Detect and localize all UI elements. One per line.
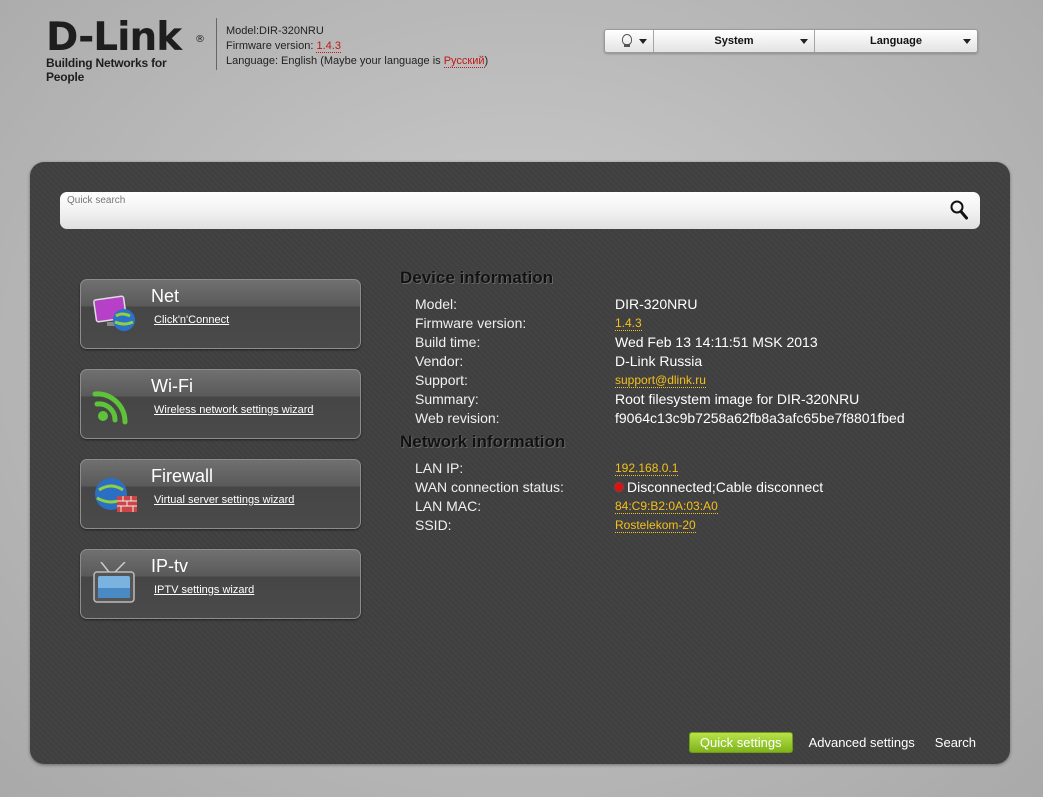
globe-brickwall-icon	[95, 478, 137, 512]
search-link[interactable]: Search	[931, 733, 980, 752]
tile-wifi[interactable]: Wi-Fi Wireless network settings wizard	[80, 369, 361, 439]
lan-ip-link[interactable]: 192.168.0.1	[615, 461, 679, 476]
info-row: Support: support@dlink.ru	[400, 372, 706, 391]
tile-wifi-title: Wi-Fi	[151, 376, 193, 396]
logo-tagline: Building Networks for People	[46, 56, 167, 84]
chevron-down-icon	[963, 39, 971, 44]
header-firmware-value[interactable]: 1.4.3	[316, 40, 341, 53]
header-device-info: Model:DIR-320NRU Firmware version: 1.4.3…	[226, 24, 488, 69]
chevron-down-icon	[639, 39, 647, 44]
quick-settings-button[interactable]: Quick settings	[688, 732, 793, 753]
ssid-link[interactable]: Rostelekom-20	[615, 518, 696, 533]
tile-net-link[interactable]: Click'n'Connect	[154, 314, 229, 326]
header-language-end: )	[484, 55, 489, 67]
top-menu-bar: System Language	[604, 29, 978, 53]
language-dropdown[interactable]: Language	[815, 30, 977, 52]
logo-registered-mark: ®	[195, 34, 205, 45]
magnifier-icon[interactable]	[950, 200, 968, 220]
tile-net-title: Net	[151, 286, 180, 306]
advanced-settings-link[interactable]: Advanced settings	[805, 733, 919, 752]
info-label: Support:	[415, 372, 468, 388]
info-section: Device information Model: DIR-320NRU Firm…	[400, 268, 905, 536]
header-language: Language: English (Maybe your language i…	[226, 54, 488, 69]
main-panel: Quick search Net Click'n'Connect Wi-Fi W…	[30, 162, 1010, 764]
header-model: Model:DIR-320NRU	[226, 25, 324, 37]
header-divider	[216, 18, 217, 70]
quick-search-input[interactable]: Quick search	[60, 192, 980, 229]
info-row: Web revision: f9064c13c9b7258a62fb8a3afc6…	[400, 410, 905, 429]
system-dropdown[interactable]: System	[654, 30, 815, 52]
info-row: Build time: Wed Feb 13 14:11:51 MSK 2013	[400, 334, 818, 353]
chevron-down-icon	[800, 39, 808, 44]
info-value: DIR-320NRU	[615, 296, 698, 312]
tile-firewall-title: Firewall	[151, 466, 214, 486]
info-row: WAN connection status: Disconnected;Cable…	[400, 479, 823, 498]
header-firmware: Firmware version: 1.4.3	[226, 39, 488, 54]
lightbulb-icon	[622, 34, 632, 47]
firmware-link[interactable]: 1.4.3	[615, 316, 642, 331]
header-language-label: Language: English (Maybe your language i…	[226, 55, 444, 67]
info-label: LAN MAC:	[415, 498, 482, 514]
info-label: Web revision:	[415, 410, 500, 426]
header-firmware-label: Firmware version:	[226, 40, 317, 52]
info-label: Summary:	[415, 391, 479, 407]
dlink-logo: D-Link ® Building Networks for People	[46, 18, 206, 85]
info-label: WAN connection status:	[415, 479, 564, 495]
system-dropdown-label: System	[714, 35, 754, 47]
tile-iptv-link[interactable]: IPTV settings wizard	[154, 584, 254, 596]
info-value: D-Link Russia	[615, 353, 703, 369]
wifi-icon	[92, 391, 128, 425]
wan-status-value: Disconnected;Cable disconnect	[615, 479, 823, 495]
info-row: Model: DIR-320NRU	[400, 296, 697, 315]
tile-net[interactable]: Net Click'n'Connect	[80, 279, 361, 349]
tile-iptv[interactable]: IP-tv IPTV settings wizard	[80, 549, 361, 619]
info-label: Build time:	[415, 334, 481, 350]
info-label: SSID:	[415, 517, 452, 533]
tile-wifi-link[interactable]: Wireless network settings wizard	[154, 404, 314, 416]
hint-dropdown[interactable]	[605, 30, 654, 52]
info-label: Firmware version:	[415, 315, 527, 331]
info-row: Vendor: D-Link Russia	[400, 353, 702, 372]
device-info-title: Device information	[400, 268, 554, 287]
logo-text: D-Link	[46, 15, 182, 60]
monitor-globe-icon	[93, 295, 135, 331]
network-info-title: Network information	[400, 432, 566, 451]
info-row: LAN MAC: 84:C9:B2:0A:03:A0	[400, 498, 718, 517]
info-value: f9064c13c9b7258a62fb8a3afc65be7f8801fbed	[615, 410, 905, 426]
tile-firewall[interactable]: Firewall Virtual server settings wizard	[80, 459, 361, 529]
info-label: LAN IP:	[415, 460, 464, 476]
language-russian-link[interactable]: Русский	[443, 55, 485, 68]
info-row: Summary: Root filesystem image for DIR-32…	[400, 391, 859, 410]
info-row: SSID: Rostelekom-20	[400, 517, 696, 536]
language-dropdown-label: Language	[870, 35, 922, 47]
lan-mac-link[interactable]: 84:C9:B2:0A:03:A0	[615, 499, 718, 514]
info-value: Wed Feb 13 14:11:51 MSK 2013	[615, 334, 818, 350]
tile-firewall-link[interactable]: Virtual server settings wizard	[154, 494, 294, 506]
logo-wordmark: D-Link ®	[46, 18, 206, 58]
info-label: Vendor:	[415, 353, 464, 369]
tv-icon	[93, 562, 135, 603]
info-row: Firmware version: 1.4.3	[400, 315, 642, 334]
support-email-link[interactable]: support@dlink.ru	[615, 373, 706, 388]
wan-status-text: Disconnected;Cable disconnect	[627, 479, 824, 495]
search-placeholder: Quick search	[67, 195, 126, 206]
info-label: Model:	[415, 296, 458, 312]
info-row: LAN IP: 192.168.0.1	[400, 460, 679, 479]
status-red-dot-icon	[615, 483, 623, 491]
info-value: Root filesystem image for DIR-320NRU	[615, 391, 860, 407]
tile-iptv-title: IP-tv	[151, 556, 189, 576]
bottom-navigation: Quick settings Advanced settings Search	[688, 732, 980, 753]
